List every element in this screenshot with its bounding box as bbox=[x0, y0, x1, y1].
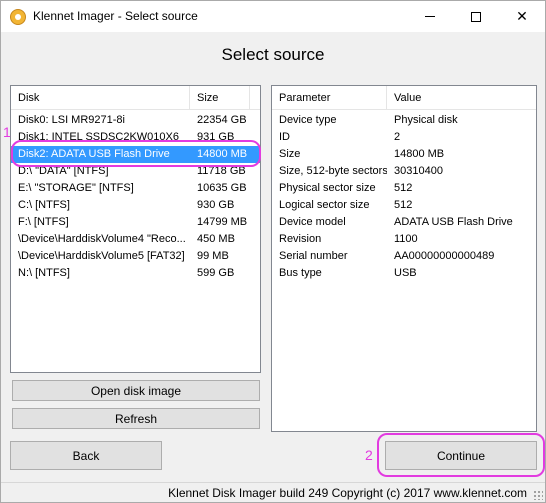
detail-row[interactable]: Physical sector size 512 bbox=[272, 180, 536, 197]
resize-grip-icon[interactable] bbox=[533, 490, 543, 500]
minimize-icon bbox=[425, 16, 435, 17]
disk-row[interactable]: Disk0: LSI MR9271-8i 22354 GB bbox=[11, 112, 260, 129]
disk-row[interactable]: C:\ [NTFS] 930 GB bbox=[11, 197, 260, 214]
disk-size: 450 MB bbox=[197, 233, 235, 245]
column-header-value[interactable]: Value bbox=[387, 86, 536, 110]
detail-parameter: Physical sector size bbox=[279, 182, 376, 194]
detail-parameter: ID bbox=[279, 131, 290, 143]
disk-size: 599 GB bbox=[197, 267, 235, 279]
window-title: Klennet Imager - Select source bbox=[33, 9, 198, 23]
title-bar[interactable]: Klennet Imager - Select source ✕ bbox=[1, 1, 545, 32]
column-header-size[interactable]: Size bbox=[190, 86, 250, 110]
detail-parameter: Serial number bbox=[279, 250, 348, 262]
detail-row[interactable]: Size, 512-byte sectors 30310400 bbox=[272, 163, 536, 180]
app-window: Klennet Imager - Select source ✕ Select … bbox=[0, 0, 546, 503]
back-button[interactable]: Back bbox=[10, 441, 162, 470]
detail-parameter: Bus type bbox=[279, 267, 322, 279]
maximize-button[interactable] bbox=[453, 1, 499, 32]
details-list[interactable]: Parameter Value Device type Physical disk… bbox=[271, 85, 537, 432]
disk-size: 22354 GB bbox=[197, 114, 247, 126]
highlight-selected-disk bbox=[11, 140, 261, 167]
column-header-disk[interactable]: Disk bbox=[11, 86, 190, 110]
disk-name: N:\ [NTFS] bbox=[18, 267, 70, 279]
disk-size: 14799 MB bbox=[197, 216, 248, 228]
close-icon: ✕ bbox=[516, 8, 528, 24]
detail-parameter: Device type bbox=[279, 114, 337, 126]
disk-row[interactable]: F:\ [NTFS] 14799 MB bbox=[11, 214, 260, 231]
disk-list-header: Disk Size bbox=[11, 86, 260, 110]
detail-parameter: Size, 512-byte sectors bbox=[279, 165, 387, 177]
detail-value: 512 bbox=[394, 182, 413, 194]
detail-row[interactable]: Size 14800 MB bbox=[272, 146, 536, 163]
status-bar: Klennet Disk Imager build 249 Copyright … bbox=[1, 482, 545, 502]
status-text: Klennet Disk Imager build 249 Copyright … bbox=[168, 486, 527, 500]
disk-list[interactable]: Disk Size Disk0: LSI MR9271-8i 22354 GB Di… bbox=[10, 85, 261, 373]
disk-name: E:\ "STORAGE" [NTFS] bbox=[18, 182, 134, 194]
annotation-marker-1: 1 bbox=[3, 124, 11, 140]
disk-row[interactable]: N:\ [NTFS] 599 GB bbox=[11, 265, 260, 282]
disk-size: 930 GB bbox=[197, 199, 235, 211]
minimize-button[interactable] bbox=[407, 1, 453, 32]
detail-value: 14800 MB bbox=[394, 148, 445, 160]
detail-row[interactable]: Serial number AA00000000000489 bbox=[272, 248, 536, 265]
open-disk-image-button[interactable]: Open disk image bbox=[12, 380, 260, 401]
maximize-icon bbox=[471, 11, 481, 22]
detail-value: ADATA USB Flash Drive bbox=[394, 216, 513, 228]
detail-row[interactable]: Device type Physical disk bbox=[272, 112, 536, 129]
app-logo-icon bbox=[10, 9, 26, 25]
details-list-header: Parameter Value bbox=[272, 86, 536, 110]
detail-parameter: Revision bbox=[279, 233, 322, 245]
detail-value: 1100 bbox=[394, 233, 418, 245]
column-header-parameter[interactable]: Parameter bbox=[272, 86, 387, 110]
detail-value: 2 bbox=[394, 131, 401, 143]
highlight-continue bbox=[377, 433, 545, 477]
detail-value: Physical disk bbox=[394, 114, 458, 126]
detail-parameter: Size bbox=[279, 148, 301, 160]
detail-row[interactable]: Bus type USB bbox=[272, 265, 536, 282]
page-title: Select source bbox=[221, 45, 325, 64]
close-button[interactable]: ✕ bbox=[499, 1, 545, 32]
disk-name: \Device\HarddiskVolume4 "Reco... bbox=[18, 233, 186, 245]
detail-row[interactable]: Logical sector size 512 bbox=[272, 197, 536, 214]
detail-value: USB bbox=[394, 267, 417, 279]
detail-row[interactable]: Device model ADATA USB Flash Drive bbox=[272, 214, 536, 231]
detail-row[interactable]: ID 2 bbox=[272, 129, 536, 146]
refresh-button[interactable]: Refresh bbox=[12, 408, 260, 429]
disk-size: 10635 GB bbox=[197, 182, 247, 194]
disk-name: Disk0: LSI MR9271-8i bbox=[18, 114, 125, 126]
detail-parameter: Logical sector size bbox=[279, 199, 370, 211]
disk-name: \Device\HarddiskVolume5 [FAT32] bbox=[18, 250, 185, 262]
detail-value: AA00000000000489 bbox=[394, 250, 495, 262]
detail-parameter: Device model bbox=[279, 216, 346, 228]
disk-row[interactable]: \Device\HarddiskVolume4 "Reco... 450 MB bbox=[11, 231, 260, 248]
detail-value: 30310400 bbox=[394, 165, 443, 177]
disk-row[interactable]: E:\ "STORAGE" [NTFS] 10635 GB bbox=[11, 180, 260, 197]
detail-value: 512 bbox=[394, 199, 413, 211]
disk-name: F:\ [NTFS] bbox=[18, 216, 69, 228]
annotation-marker-2: 2 bbox=[365, 447, 373, 463]
detail-row[interactable]: Revision 1100 bbox=[272, 231, 536, 248]
disk-row[interactable]: \Device\HarddiskVolume5 [FAT32] 99 MB bbox=[11, 248, 260, 265]
disk-size: 99 MB bbox=[197, 250, 229, 262]
disk-name: C:\ [NTFS] bbox=[18, 199, 70, 211]
